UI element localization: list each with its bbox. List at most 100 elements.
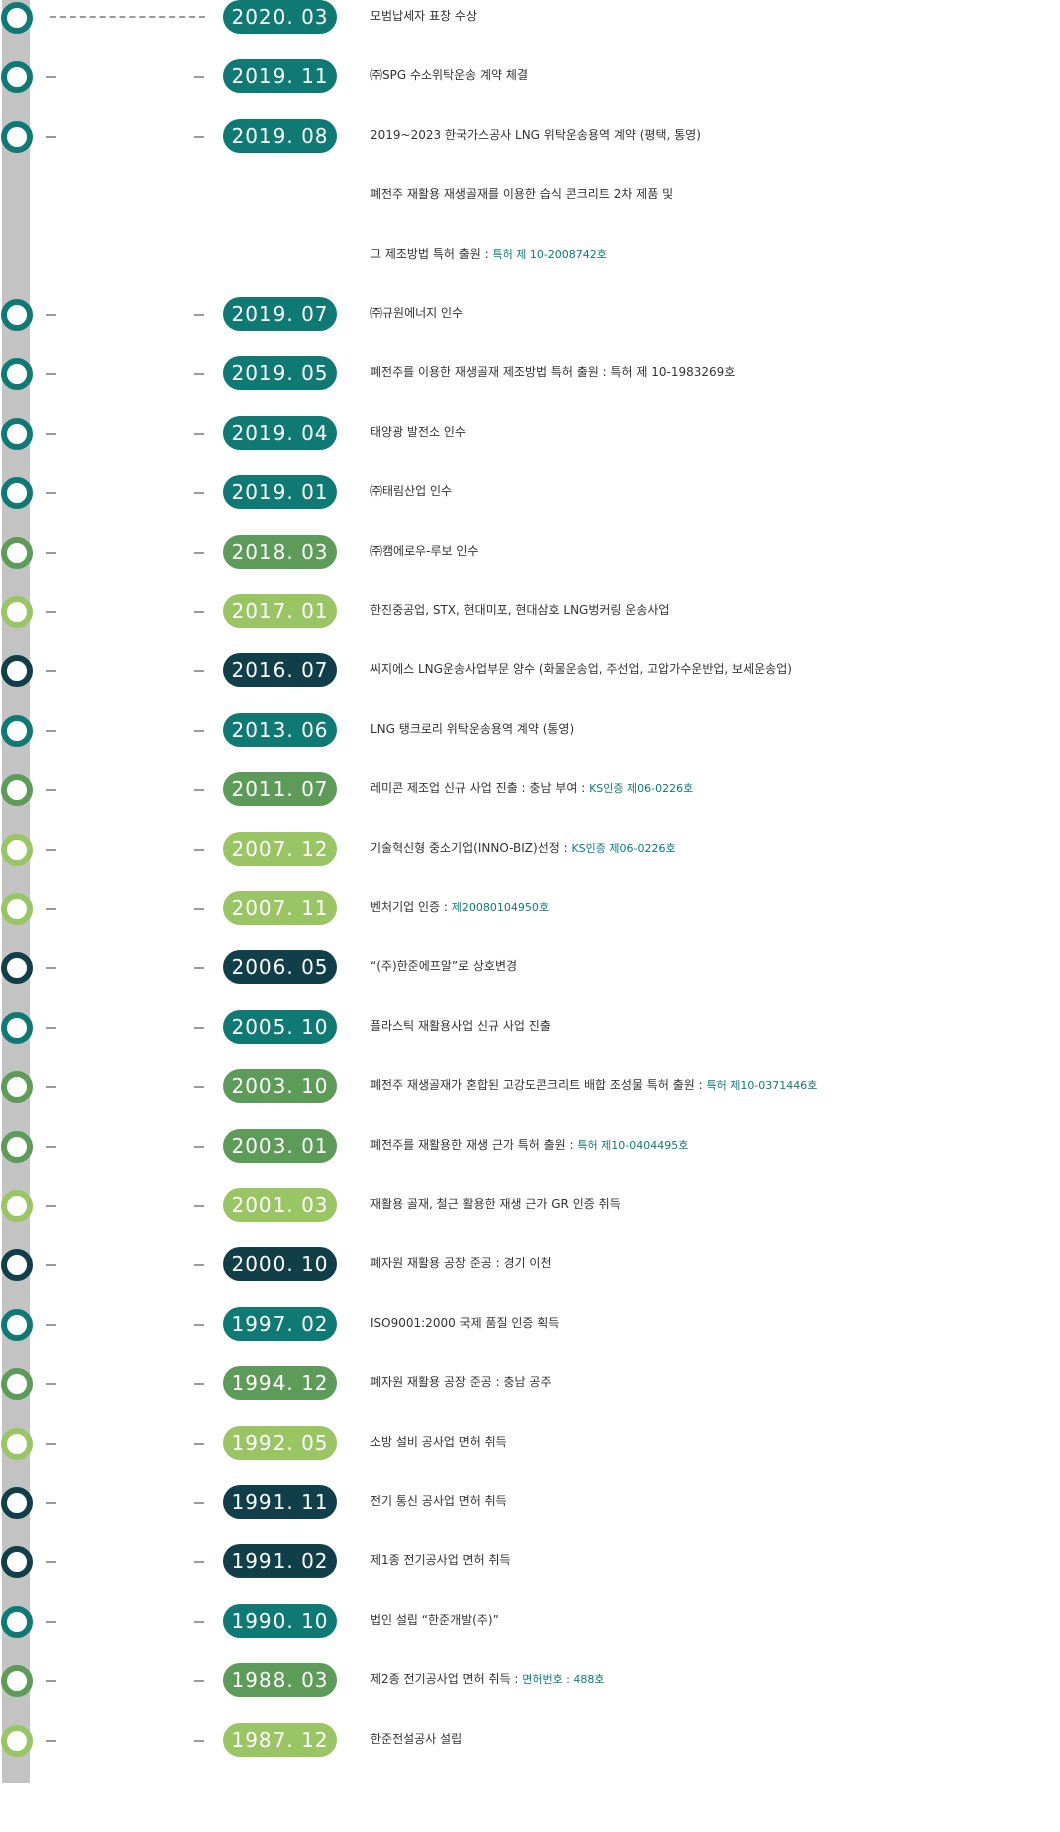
timeline-dot-icon <box>1 120 33 153</box>
timeline-dot-icon <box>1 774 33 807</box>
date-badge: 1991. 02 <box>223 1544 337 1579</box>
event-description: 벤처기업 인증 : 제20080104950호 <box>370 892 1060 923</box>
event-description: 폐전주를 이용한 재생골재 제조방법 특허 출원 : 특허 제 10-19832… <box>370 357 1060 387</box>
event-description: “(주)한준에프알”로 상호변경 <box>370 951 1060 981</box>
event-text: 재활용 골재, 철근 활용한 재생 근가 GR 인증 취득 <box>370 1197 621 1211</box>
event-text: 레미콘 제조업 신규 사업 진출 : 충남 부여 : <box>370 781 590 796</box>
event-text: ISO9001:2000 국제 품질 인증 획득 <box>370 1315 560 1330</box>
date-badge: 2017. 01 <box>223 594 337 628</box>
event-description: 폐전주 재생골재가 혼합된 고강도콘크리트 배합 조성물 특허 출원 : 특허 … <box>370 1070 1060 1101</box>
timeline-entry: 2006. 05 “(주)한준에프알”로 상호변경 <box>0 950 1060 1010</box>
connector-dash <box>194 1205 204 1207</box>
date-badge: 2019. 08 <box>223 118 337 153</box>
connector-dash <box>194 670 204 673</box>
timeline-entry: 2018. 03 ㈜캠에로우-루보 인수 <box>0 534 1060 595</box>
connector-dash <box>46 1026 56 1029</box>
event-description: 그 제조방법 특허 출원 : 특허 제 10-2008742호 <box>370 239 1060 270</box>
timeline-entry: 2017. 01 한진중공업, STX, 현대미포, 현대삼호 LNG벙커링 운송… <box>0 594 1060 654</box>
connector-dash <box>46 1383 56 1386</box>
timeline-entry: 2019. 07 ㈜규원에너지 인수 <box>0 297 1060 357</box>
dashed-connector <box>50 16 205 18</box>
timeline-entry-continuation: 그 제조방법 특허 출원 : 특허 제 10-2008742호 <box>0 238 1060 298</box>
event-text: 플라스틱 재활용사업 신규 사업 진출 <box>370 1018 551 1033</box>
timeline-dot-icon <box>1 1071 33 1104</box>
event-text: 폐전주를 이용한 재생골재 제조방법 특허 출원 : 특허 제 10-19832… <box>370 365 736 380</box>
timeline-entry: 2019. 04 태양광 발전소 인수 <box>0 415 1060 476</box>
event-text: “(주)한준에프알”로 상호변경 <box>370 959 518 974</box>
connector-dash <box>194 1502 204 1504</box>
connector-dash <box>194 1739 204 1742</box>
event-text: 씨지에스 LNG운송사업부문 양수 (화물운송업, 주선업, 고압가수운반업, … <box>370 662 792 677</box>
timeline-dot-icon <box>1 1665 33 1698</box>
timeline-dot-icon <box>1 1249 33 1282</box>
timeline-entry: 2019. 05 폐전주를 이용한 재생골재 제조방법 특허 출원 : 특허 제 … <box>0 356 1060 416</box>
date-badge: 2019. 05 <box>223 356 337 391</box>
event-description: 2019~2023 한국가스공사 LNG 위탁운송용역 계약 (평택, 통영) <box>370 120 1060 150</box>
event-text: 폐전주 재활용 재생골재를 이용한 습식 콘크리트 2차 제품 및 <box>370 187 674 202</box>
event-text: LNG 탱크로리 위탁운송용역 계약 (통영) <box>370 721 575 736</box>
date-badge: 1990. 10 <box>223 1603 337 1638</box>
connector-dash <box>194 908 204 910</box>
event-text: 한준전설공사 설립 <box>370 1731 463 1746</box>
date-badge: 2019. 04 <box>223 415 337 450</box>
event-description: 폐전주 재활용 재생골재를 이용한 습식 콘크리트 2차 제품 및 <box>370 179 1060 209</box>
event-note: KS인증 제06-0226호 <box>589 782 694 796</box>
connector-dash <box>46 373 56 376</box>
connector-dash <box>46 76 56 79</box>
event-description: ㈜SPG 수소위탁운송 계약 체결 <box>370 60 1060 90</box>
event-description: 폐전주를 재활용한 재생 근가 특허 출원 : 특허 제10-0404495호 <box>370 1130 1060 1161</box>
timeline-dot-icon <box>1 299 33 331</box>
connector-dash <box>194 1145 204 1148</box>
timeline-dot-icon <box>1 952 33 985</box>
timeline-dot-icon <box>1 1546 33 1579</box>
date-badge: 2019. 07 <box>223 297 337 331</box>
connector-dash <box>46 1264 56 1267</box>
connector-dash <box>194 373 204 376</box>
date-badge: 2019. 01 <box>223 475 337 510</box>
date-badge: 2018. 03 <box>223 534 337 569</box>
timeline-entry-continuation: 폐전주 재활용 재생골재를 이용한 습식 콘크리트 2차 제품 및 <box>0 178 1060 238</box>
event-description: ISO9001:2000 국제 품질 인증 획득 <box>370 1308 1060 1338</box>
timeline-entry: 2019. 01 ㈜태림산업 인수 <box>0 475 1060 535</box>
timeline-entry: 2005. 10 플라스틱 재활용사업 신규 사업 진출 <box>0 1009 1060 1070</box>
date-badge: 2007. 12 <box>223 831 337 866</box>
timeline-dot-icon <box>1 1724 33 1757</box>
event-description: ㈜태림산업 인수 <box>370 476 1060 506</box>
event-note: 제20080104950호 <box>451 901 549 914</box>
connector-dash <box>46 1739 56 1742</box>
event-description: 한진중공업, STX, 현대미포, 현대삼호 LNG벙커링 운송사업 <box>370 595 1060 625</box>
connector-dash <box>194 135 204 138</box>
event-text: 기술혁신형 중소기업(INNO-BIZ)선정 : <box>370 840 572 855</box>
date-badge: 2005. 10 <box>223 1009 337 1044</box>
event-description: 모범납세자 표창 수상 <box>370 1 1060 31</box>
timeline-entry: 2020. 03 모범납세자 표창 수상 <box>0 0 1060 60</box>
timeline-entry: 2016. 07 씨지에스 LNG운송사업부문 양수 (화물운송업, 주선업, 고… <box>0 653 1060 713</box>
timeline-dot-icon <box>1 1011 33 1044</box>
event-text: 제1종 전기공사업 면허 취득 <box>370 1553 511 1568</box>
timeline-entry: 1997. 02 ISO9001:2000 국제 품질 인증 획득 <box>0 1306 1060 1367</box>
timeline-dot-icon <box>1 833 33 866</box>
connector-dash <box>194 1264 204 1267</box>
event-description: ㈜캠에로우-루보 인수 <box>370 536 1060 566</box>
event-description: 한준전설공사 설립 <box>370 1724 1060 1754</box>
event-description: LNG 탱크로리 위탁운송용역 계약 (통영) <box>370 714 1060 744</box>
date-badge: 1994. 12 <box>223 1366 337 1401</box>
date-badge: 2011. 07 <box>223 772 337 807</box>
timeline-entry: 2007. 12 기술혁신형 중소기업(INNO-BIZ)선정 : KS인증 제0… <box>0 831 1060 892</box>
date-badge: 2001. 03 <box>223 1188 337 1222</box>
timeline-entry: 1992. 05 소방 설비 공사업 면허 취득 <box>0 1425 1060 1486</box>
connector-dash <box>194 1383 204 1386</box>
connector-dash <box>46 1323 56 1326</box>
timeline-dot-icon <box>1 1190 33 1222</box>
event-description: ㈜규원에너지 인수 <box>370 298 1060 328</box>
event-text: 벤처기업 인증 : <box>370 900 452 914</box>
timeline-entry: 1991. 11 전기 통신 공사업 면허 취득 <box>0 1485 1060 1545</box>
event-text: ㈜규원에너지 인수 <box>370 306 464 320</box>
event-text: ㈜태림산업 인수 <box>370 484 453 499</box>
connector-dash <box>46 314 56 316</box>
date-badge: 1988. 03 <box>223 1663 337 1698</box>
event-description: 법인 설립 “한준개발(주)” <box>370 1605 1060 1635</box>
event-text: 폐자원 재활용 공장 준공 : 경기 이천 <box>370 1256 552 1271</box>
event-text: 소방 설비 공사업 면허 취득 <box>370 1434 507 1449</box>
timeline-entry: 1987. 12 한준전설공사 설립 <box>0 1722 1060 1783</box>
